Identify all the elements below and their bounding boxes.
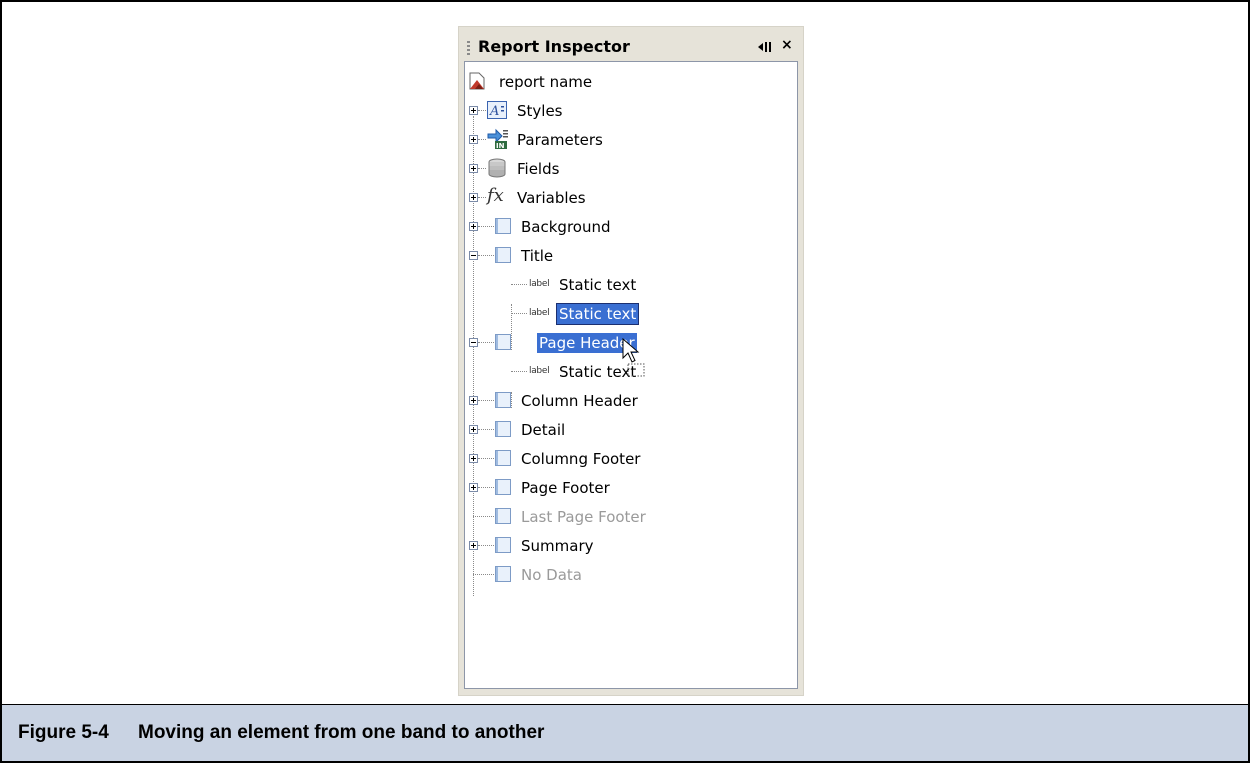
tree-item-label: Column Header xyxy=(521,392,638,410)
expand-toggle[interactable] xyxy=(469,222,478,231)
tree-item-label: Static text xyxy=(559,276,637,294)
tree-item-label: No Data xyxy=(521,566,582,584)
expand-toggle[interactable] xyxy=(469,425,478,434)
tree-item-column-header[interactable]: Column Header xyxy=(465,387,795,413)
tree-root[interactable]: report name xyxy=(465,68,795,94)
band-icon xyxy=(495,421,511,437)
minimize-button[interactable] xyxy=(757,39,773,55)
expand-toggle[interactable] xyxy=(469,541,478,550)
close-icon: × xyxy=(781,37,793,53)
expand-toggle[interactable] xyxy=(469,483,478,492)
fields-icon xyxy=(488,158,506,178)
tree-item-label: Summary xyxy=(521,537,594,555)
collapse-toggle[interactable] xyxy=(469,251,478,260)
report-icon xyxy=(469,72,485,90)
tree-item-label: Background xyxy=(521,218,611,236)
svg-text:A: A xyxy=(489,104,499,119)
tree-item-label: Columng Footer xyxy=(521,450,641,468)
tree-item-fields[interactable]: Fields xyxy=(465,155,795,181)
tree-item-background[interactable]: Background xyxy=(465,213,795,239)
label-icon: label xyxy=(529,308,550,318)
expand-toggle[interactable] xyxy=(469,396,478,405)
tree-item-title[interactable]: Title xyxy=(465,242,795,268)
tree-item-page-footer[interactable]: Page Footer xyxy=(465,474,795,500)
tree-item-static-text[interactable]: label Static text xyxy=(465,271,795,297)
expand-toggle[interactable] xyxy=(469,106,478,115)
tree-item-column-footer[interactable]: Columng Footer xyxy=(465,445,795,471)
fx-icon: fx xyxy=(487,185,504,206)
tree-item-label: Last Page Footer xyxy=(521,508,646,526)
band-icon xyxy=(495,247,511,263)
panel-header: Report Inspector × xyxy=(463,35,799,61)
tree-item-label: Page Footer xyxy=(521,479,610,497)
tree-item-styles[interactable]: A Styles xyxy=(465,97,795,123)
tree-item-variables[interactable]: fx Variables xyxy=(465,184,795,210)
tree-item-parameters[interactable]: IN Parameters xyxy=(465,126,795,152)
figure-caption-text: Moving an element from one band to anoth… xyxy=(138,722,545,743)
tree-item-no-data[interactable]: No Data xyxy=(465,561,795,587)
tree-item-label: Parameters xyxy=(517,131,603,149)
tree-item-label: Variables xyxy=(517,189,586,207)
band-icon xyxy=(495,334,511,350)
tree-root-label: report name xyxy=(499,73,593,91)
label-icon: label xyxy=(529,279,550,289)
minimize-icon xyxy=(758,43,763,51)
band-icon xyxy=(495,392,511,408)
collapse-toggle[interactable] xyxy=(469,338,478,347)
tree-item-label: Detail xyxy=(521,421,566,439)
close-button[interactable]: × xyxy=(781,37,795,53)
tree-item-last-page-footer[interactable]: Last Page Footer xyxy=(465,503,795,529)
svg-text:IN: IN xyxy=(496,142,505,150)
label-icon: label xyxy=(529,366,550,376)
tree-item-label: Static text xyxy=(555,303,640,325)
figure-caption: Figure 5-4 Moving an element from one ba… xyxy=(0,704,1250,763)
parameters-icon: IN xyxy=(487,128,508,150)
band-icon xyxy=(495,566,511,582)
band-icon xyxy=(495,218,511,234)
drag-grip[interactable] xyxy=(467,41,470,57)
figure-number: Figure 5-4 xyxy=(18,722,109,743)
panel-title: Report Inspector xyxy=(478,37,630,56)
band-icon xyxy=(495,508,511,524)
expand-toggle[interactable] xyxy=(469,164,478,173)
tree-item-summary[interactable]: Summary xyxy=(465,532,795,558)
band-icon xyxy=(495,479,511,495)
expand-toggle[interactable] xyxy=(469,193,478,202)
tree-item-static-text-selected[interactable]: label Static text xyxy=(465,300,795,326)
tree-item-detail[interactable]: Detail xyxy=(465,416,795,442)
band-icon xyxy=(495,450,511,466)
mouse-pointer-icon xyxy=(622,338,645,377)
band-icon xyxy=(495,537,511,553)
tree-item-label: Styles xyxy=(517,102,563,120)
expand-toggle[interactable] xyxy=(469,454,478,463)
tree-item-label: Title xyxy=(521,247,554,265)
expand-toggle[interactable] xyxy=(469,135,478,144)
styles-icon: A xyxy=(487,101,507,119)
tree-item-label: Fields xyxy=(517,160,560,178)
